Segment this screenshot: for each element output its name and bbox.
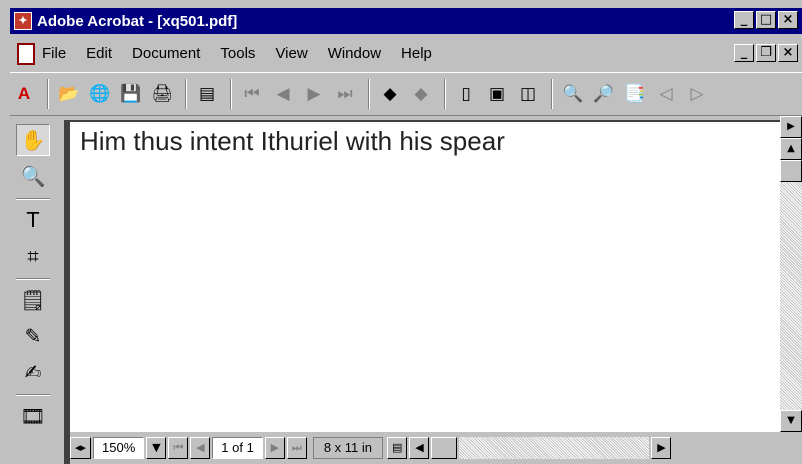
toolbar-separator: [230, 79, 232, 109]
next-highlight-icon[interactable]: ▷: [683, 80, 711, 108]
menu-document[interactable]: Document: [132, 45, 200, 62]
menu-view[interactable]: View: [275, 45, 307, 62]
scroll-thumb[interactable]: [780, 160, 802, 182]
first-page-button[interactable]: ⏮: [168, 437, 189, 459]
fit-page-icon[interactable]: ▣: [483, 80, 511, 108]
page-number-field[interactable]: 1 of 1: [212, 437, 263, 459]
crop-tool-icon[interactable]: ⌗: [16, 240, 50, 272]
window-title: Adobe Acrobat - [xq501.pdf]: [37, 12, 238, 30]
scroll-track[interactable]: [780, 182, 802, 410]
search-icon[interactable]: 🔎: [590, 80, 618, 108]
split-pane-arrow-icon[interactable]: ▶: [780, 116, 802, 138]
zoom-tool-icon[interactable]: 🔍: [16, 160, 50, 192]
highlight-tool-icon[interactable]: ✍: [16, 356, 50, 388]
maximize-button[interactable]: □: [756, 11, 776, 29]
next-page-icon[interactable]: ▶: [300, 80, 328, 108]
page-size-label: 8 x 11 in: [312, 437, 384, 459]
first-page-icon[interactable]: ⏮: [238, 80, 266, 108]
last-page-button[interactable]: ⏭: [286, 437, 307, 459]
find-icon[interactable]: 🔍: [559, 80, 587, 108]
horizontal-scroll-track[interactable]: [459, 437, 650, 459]
scroll-down-button[interactable]: ▼: [780, 410, 802, 432]
menu-window[interactable]: Window: [328, 45, 381, 62]
doc-minimize-button[interactable]: _: [734, 44, 754, 62]
open-folder-icon[interactable]: 📂: [55, 80, 83, 108]
last-page-icon[interactable]: ⏭: [331, 80, 359, 108]
text-select-tool-icon[interactable]: T: [16, 204, 50, 236]
menu-file[interactable]: File: [42, 45, 66, 62]
toolbar-separator: [47, 79, 49, 109]
show-navigation-pane-icon[interactable]: ▤: [193, 80, 221, 108]
toolbar: A 📂 🌐 💾 🖨 ▤ ⏮ ◀ ▶ ⏭ ◆ ◆ ▯ ▣ ◫ 🔍 🔎 📑 ◁ ▷: [10, 72, 802, 116]
tool-separator: [16, 278, 50, 280]
save-icon[interactable]: 💾: [117, 80, 145, 108]
scroll-up-button[interactable]: ▲: [780, 138, 802, 160]
previous-page-icon[interactable]: ◀: [269, 80, 297, 108]
hand-tool-icon[interactable]: ✋: [16, 124, 50, 156]
tool-palette: ✋ 🔍 T ⌗ 🗒 ✎ ✍ 🎞: [10, 120, 60, 464]
document-icon[interactable]: [14, 42, 36, 65]
document-view[interactable]: Him thus intent Ithuriel with his spear: [64, 120, 780, 432]
note-tool-icon[interactable]: 🗒: [16, 284, 50, 316]
horizontal-scroll-thumb[interactable]: [431, 437, 458, 459]
zoom-dropdown-button[interactable]: ▼: [146, 437, 167, 459]
scroll-right-button[interactable]: ▶: [651, 437, 672, 459]
vertical-scrollbar[interactable]: ▶ ▲ ▼: [780, 116, 802, 432]
zoom-field[interactable]: 150%: [93, 437, 145, 459]
doc-close-button[interactable]: ×: [778, 44, 798, 62]
next-page-button[interactable]: ▶: [264, 437, 285, 459]
toolbar-separator: [185, 79, 187, 109]
tool-separator: [16, 198, 50, 200]
doc-restore-button[interactable]: ❐: [756, 44, 776, 62]
menu-tools[interactable]: Tools: [220, 45, 255, 62]
split-handle-icon[interactable]: ◂▸: [70, 437, 92, 459]
tool-separator: [16, 394, 50, 396]
pencil-tool-icon[interactable]: ✎: [16, 320, 50, 352]
page-layout-icon[interactable]: ▤: [387, 437, 408, 459]
go-forward-icon[interactable]: ◆: [407, 80, 435, 108]
menu-bar: File Edit Document Tools View Window Hel…: [10, 38, 802, 68]
document-text[interactable]: Him thus intent Ithuriel with his spear: [80, 126, 505, 157]
previous-highlight-icon[interactable]: ◁: [652, 80, 680, 108]
menu-edit[interactable]: Edit: [86, 45, 112, 62]
go-back-icon[interactable]: ◆: [376, 80, 404, 108]
fit-width-icon[interactable]: ◫: [514, 80, 542, 108]
title-bar: ✦ Adobe Acrobat - [xq501.pdf] _ □ ×: [10, 8, 802, 34]
movie-tool-icon[interactable]: 🎞: [16, 400, 50, 432]
status-bar: ◂▸ 150% ▼ ⏮ ◀ 1 of 1 ▶ ⏭ 8 x 11 in ▤ ◀ ▶: [64, 432, 802, 464]
actual-size-icon[interactable]: ▯: [452, 80, 480, 108]
scroll-left-button[interactable]: ◀: [409, 437, 430, 459]
toolbar-separator: [444, 79, 446, 109]
acrobat-app-icon[interactable]: ✦: [14, 12, 32, 30]
menu-help[interactable]: Help: [401, 45, 432, 62]
open-web-icon[interactable]: 🌐: [86, 80, 114, 108]
print-icon[interactable]: 🖨: [148, 80, 176, 108]
minimize-button[interactable]: _: [734, 11, 754, 29]
close-button[interactable]: ×: [778, 11, 798, 29]
search-results-icon[interactable]: 📑: [621, 80, 649, 108]
toolbar-separator: [551, 79, 553, 109]
acrobat-logo-icon[interactable]: A: [10, 80, 38, 108]
previous-page-button[interactable]: ◀: [190, 437, 211, 459]
toolbar-separator: [368, 79, 370, 109]
